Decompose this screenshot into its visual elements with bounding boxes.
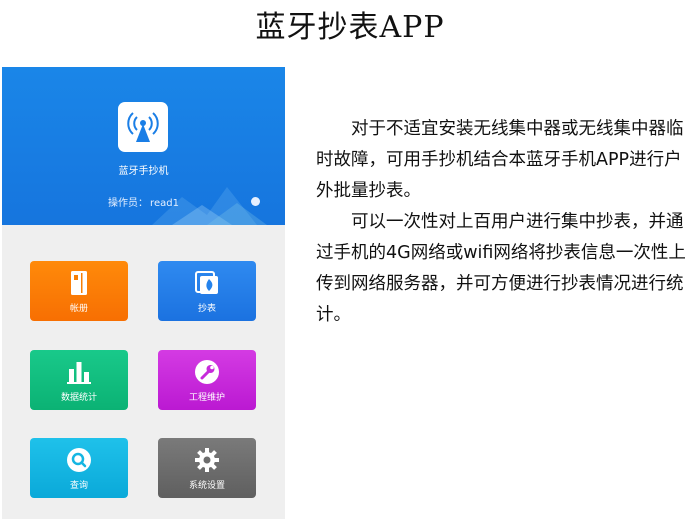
tile-label: 数据统计	[60, 393, 97, 403]
phone-screen: 蓝牙手抄机 操作员： read1 帐册 抄表 数据统计 工程维护 查询 系统设置	[2, 67, 285, 519]
tile-label: 帐册	[69, 304, 88, 314]
app-logo	[118, 102, 168, 152]
description-paragraph: 对于不适宜安装无线集中器或无线集中器临时故障，可用手抄机结合本蓝牙手机APP进行…	[316, 119, 684, 201]
tile-label: 查询	[69, 481, 88, 491]
tile-statistics[interactable]: 数据统计	[30, 350, 128, 410]
ledger-icon	[71, 271, 87, 295]
gear-icon	[195, 448, 219, 472]
page-indicator-dot	[251, 197, 260, 206]
tile-label: 工程维护	[188, 393, 225, 403]
operator-value: read1	[150, 198, 179, 209]
wrench-icon	[195, 360, 219, 384]
description-paragraph: 可以一次性对上百用户进行集中抄表，并通过手机的4G网络或wifi网络将抄表信息一…	[316, 212, 686, 325]
bar-chart-icon	[67, 362, 91, 384]
app-name: 蓝牙手抄机	[118, 166, 169, 177]
tile-label: 抄表	[197, 304, 216, 314]
app-header: 蓝牙手抄机 操作员： read1	[2, 67, 285, 225]
tile-settings[interactable]: 系统设置	[158, 438, 256, 498]
operator-info: 操作员： read1	[2, 194, 285, 209]
tile-label: 系统设置	[188, 481, 225, 491]
tile-meter-reading[interactable]: 抄表	[158, 261, 256, 321]
meter-reading-icon	[195, 271, 218, 294]
operator-label: 操作员：	[108, 198, 149, 209]
tile-query[interactable]: 查询	[30, 438, 128, 498]
tile-maintenance[interactable]: 工程维护	[158, 350, 256, 410]
slide-title: 蓝牙抄表APP	[255, 10, 445, 45]
tile-ledger[interactable]: 帐册	[30, 261, 128, 321]
bluetooth-signal-icon	[127, 112, 159, 142]
search-icon	[67, 448, 91, 472]
description-text: 对于不适宜安装无线集中器或无线集中器临时故障，可用手抄机结合本蓝牙手机APP进行…	[316, 114, 696, 331]
